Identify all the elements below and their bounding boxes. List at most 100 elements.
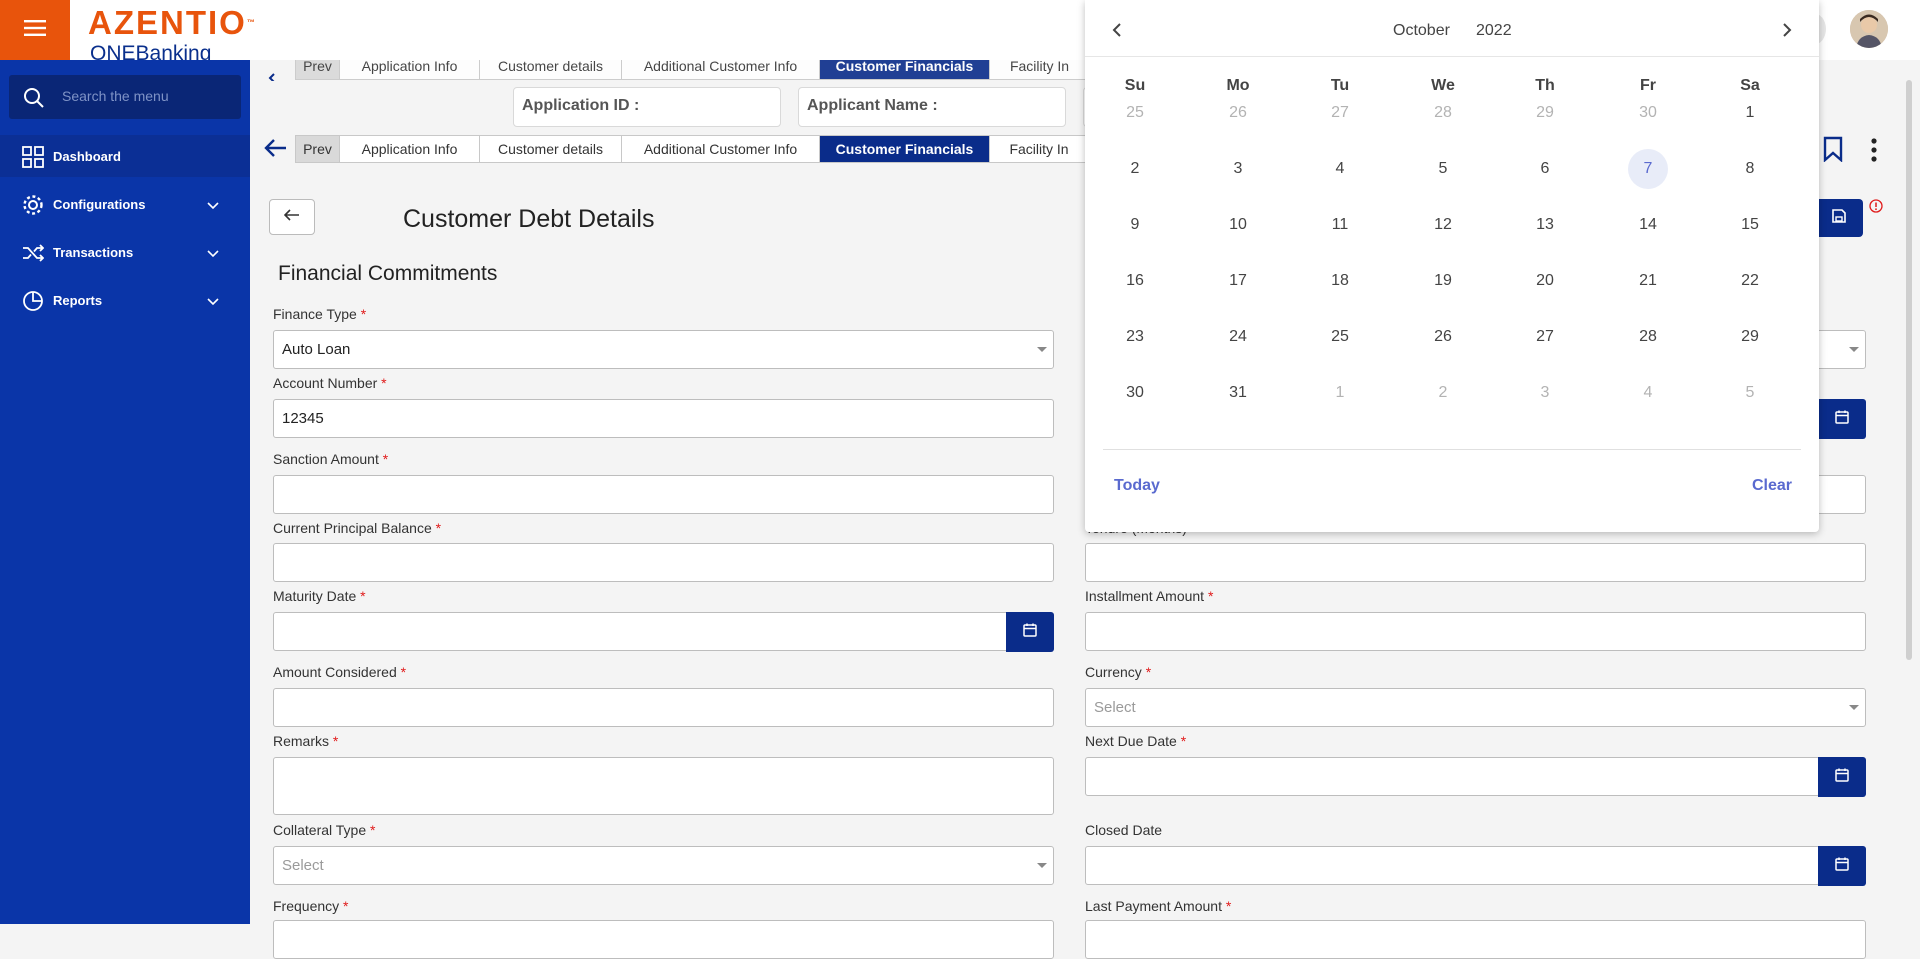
sidebar-item-configurations[interactable]: Configurations: [0, 183, 250, 225]
calendar-day[interactable]: 29: [1730, 317, 1770, 357]
amount-considered-label: Amount Considered *: [273, 664, 407, 680]
maturity-date-input[interactable]: [273, 612, 1008, 651]
maturity-date-label: Maturity Date *: [273, 588, 366, 604]
calendar-day[interactable]: 9: [1115, 205, 1155, 245]
tab-customer-financials-ghost[interactable]: Customer Financials: [819, 60, 989, 80]
back-button[interactable]: [269, 199, 315, 235]
calendar-day-outside[interactable]: 3: [1525, 373, 1565, 413]
calendar-day-outside[interactable]: 25: [1115, 93, 1155, 133]
calendar-day-outside[interactable]: 4: [1628, 373, 1668, 413]
calendar-day[interactable]: 14: [1628, 205, 1668, 245]
calendar-day[interactable]: 5: [1423, 149, 1463, 189]
scrollbar[interactable]: [1906, 80, 1912, 660]
calendar-day[interactable]: 2: [1115, 149, 1155, 189]
calendar-day[interactable]: 1: [1730, 93, 1770, 133]
calendar-day[interactable]: 17: [1218, 261, 1258, 301]
tab-facility-info[interactable]: Facility In: [989, 135, 1089, 163]
tab-prev-ghost[interactable]: Prev: [295, 60, 339, 80]
calendar-day[interactable]: 30: [1115, 373, 1155, 413]
calendar-day[interactable]: 10: [1218, 205, 1258, 245]
back-arrow-icon[interactable]: [264, 138, 288, 163]
calendar-day-outside[interactable]: 26: [1218, 93, 1258, 133]
sanction-amount-input[interactable]: [273, 475, 1054, 514]
calendar-day[interactable]: 21: [1628, 261, 1668, 301]
tab-additional-customer-info[interactable]: Additional Customer Info: [621, 135, 819, 163]
calendar-day[interactable]: 26: [1423, 317, 1463, 357]
right-calendar-button[interactable]: [1818, 399, 1866, 439]
calendar-day-outside[interactable]: 27: [1320, 93, 1360, 133]
calendar-day[interactable]: 7: [1628, 149, 1668, 189]
month-label[interactable]: October: [1393, 22, 1450, 40]
tab-facility-ghost[interactable]: Facility In: [989, 60, 1089, 80]
date-picker-divider: [1103, 449, 1801, 450]
remarks-textarea[interactable]: [273, 757, 1054, 815]
bookmark-icon[interactable]: [1823, 136, 1843, 167]
menu-icon: [24, 19, 46, 41]
dashboard-icon: [22, 146, 44, 171]
today-button[interactable]: Today: [1114, 477, 1160, 495]
calendar-day[interactable]: 25: [1320, 317, 1360, 357]
prev-month-button[interactable]: [1107, 20, 1127, 40]
calendar-day[interactable]: 3: [1218, 149, 1258, 189]
save-button[interactable]: [1815, 199, 1863, 237]
currency-select[interactable]: Select: [1085, 688, 1866, 727]
sidebar-item-dashboard[interactable]: Dashboard: [0, 135, 250, 177]
avatar[interactable]: [1850, 10, 1888, 48]
calendar-day-outside[interactable]: 29: [1525, 93, 1565, 133]
calendar-day-outside[interactable]: 28: [1423, 93, 1463, 133]
sidebar-item-reports[interactable]: Reports: [0, 279, 250, 321]
calendar-day[interactable]: 8: [1730, 149, 1770, 189]
calendar-day[interactable]: 19: [1423, 261, 1463, 301]
calendar-day[interactable]: 24: [1218, 317, 1258, 357]
tab-customer-details[interactable]: Customer details: [479, 135, 621, 163]
tab-prev[interactable]: Prev: [295, 135, 339, 163]
calendar-day-outside[interactable]: 5: [1730, 373, 1770, 413]
calendar-day[interactable]: 28: [1628, 317, 1668, 357]
calendar-day[interactable]: 23: [1115, 317, 1155, 357]
tenure-input[interactable]: [1085, 543, 1866, 582]
tab-application-info-ghost[interactable]: Application Info: [339, 60, 479, 80]
closed-date-input[interactable]: [1085, 846, 1820, 885]
calendar-day-outside[interactable]: 30: [1628, 93, 1668, 133]
calendar-day[interactable]: 13: [1525, 205, 1565, 245]
closed-date-calendar-button[interactable]: [1818, 846, 1866, 886]
installment-amount-input[interactable]: [1085, 612, 1866, 651]
more-vertical-icon[interactable]: [1870, 138, 1878, 167]
calendar-day[interactable]: 18: [1320, 261, 1360, 301]
tab-application-info[interactable]: Application Info: [339, 135, 479, 163]
calendar-day[interactable]: 31: [1218, 373, 1258, 413]
last-payment-amount-input[interactable]: [1085, 920, 1866, 959]
calendar-day[interactable]: 20: [1525, 261, 1565, 301]
tab-additional-info-ghost[interactable]: Additional Customer Info: [621, 60, 819, 80]
calendar-day[interactable]: 4: [1320, 149, 1360, 189]
chevron-down-icon: [207, 246, 219, 261]
calendar-day[interactable]: 22: [1730, 261, 1770, 301]
account-number-input[interactable]: 12345: [273, 399, 1054, 438]
frequency-select[interactable]: [273, 920, 1054, 959]
calendar-day-outside[interactable]: 1: [1320, 373, 1360, 413]
calendar-day[interactable]: 12: [1423, 205, 1463, 245]
next-month-button[interactable]: [1777, 20, 1797, 40]
current-principal-balance-input[interactable]: [273, 543, 1054, 582]
chevron-down-icon: [207, 294, 219, 309]
collateral-type-select[interactable]: Select: [273, 846, 1054, 885]
hamburger-menu-button[interactable]: [0, 0, 70, 60]
calendar-day-outside[interactable]: 2: [1423, 373, 1463, 413]
next-due-date-calendar-button[interactable]: [1818, 757, 1866, 797]
calendar-day[interactable]: 15: [1730, 205, 1770, 245]
maturity-date-calendar-button[interactable]: [1006, 612, 1054, 652]
finance-type-select[interactable]: Auto Loan: [273, 330, 1054, 369]
calendar-day[interactable]: 11: [1320, 205, 1360, 245]
sidebar-item-transactions[interactable]: Transactions: [0, 231, 250, 273]
next-due-date-input[interactable]: [1085, 757, 1820, 796]
amount-considered-input[interactable]: [273, 688, 1054, 727]
search-input[interactable]: Search the menu: [9, 75, 241, 119]
calendar-day[interactable]: 16: [1115, 261, 1155, 301]
tab-customer-details-ghost[interactable]: Customer details: [479, 60, 621, 80]
calendar-day[interactable]: 6: [1525, 149, 1565, 189]
clear-button[interactable]: Clear: [1752, 477, 1792, 495]
tab-customer-financials[interactable]: Customer Financials: [819, 135, 989, 163]
calendar-day[interactable]: 27: [1525, 317, 1565, 357]
sidebar-item-label: Dashboard: [53, 148, 121, 164]
year-label[interactable]: 2022: [1476, 22, 1512, 40]
